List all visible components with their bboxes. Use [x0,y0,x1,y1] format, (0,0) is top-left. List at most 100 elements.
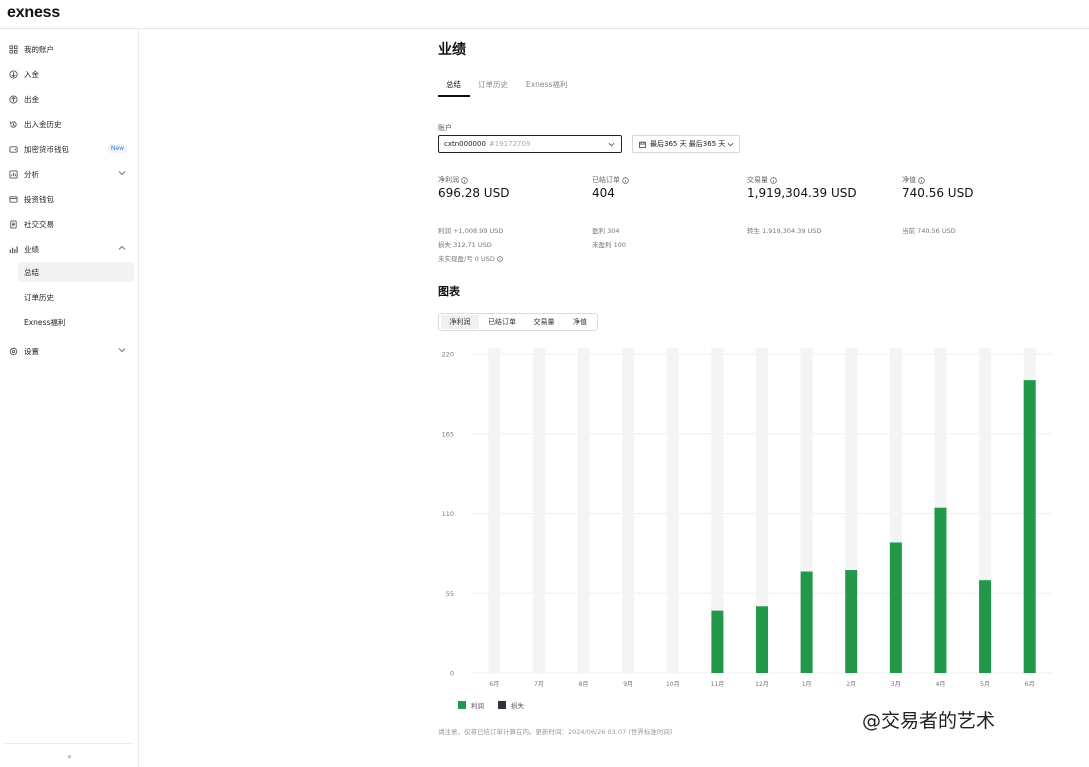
active-tab-indicator [438,95,470,97]
history-icon [9,120,18,129]
withdrawal-icon [9,94,18,104]
chart-tab-equity[interactable]: 净值 [565,315,595,329]
bar-track [622,348,635,673]
info-icon[interactable] [770,176,777,184]
tab-exness-benefits[interactable]: Exness福利 [526,79,567,90]
x-tick-label: 8月 [579,681,589,688]
page-title: 业绩 [438,42,466,58]
chart-metric-tabs: 净利润 已结订单 交易量 净值 [438,313,598,331]
info-icon[interactable] [622,176,629,184]
profit-bar [889,542,902,673]
sidebar-item-label: 我的账户 [24,44,54,54]
top-bar: exness [0,0,1089,29]
bar-track [666,348,679,673]
bar-track [577,348,590,673]
loss-detail: 损失 312.71 USD [438,241,492,249]
legend-profit: 利润 [458,700,484,710]
sidebar-item-label: 业绩 [24,244,39,254]
chevron-down-icon[interactable] [118,346,126,354]
date-range-value: 最后365 天 最后365 天 [650,140,726,148]
sidebar-item-label: 出金 [24,94,39,104]
sidebar-item-social-trading[interactable]: 社交交易 [0,213,138,235]
info-icon[interactable] [918,176,925,184]
sidebar-subitem-order-history[interactable]: 订单历史 [18,287,134,307]
net-profit-label: 净利润 [438,175,468,185]
chevron-up-icon[interactable] [118,244,126,252]
sidebar-subitem-exness-benefits[interactable]: Exness福利 [18,312,134,332]
gear-icon [9,347,18,356]
legend-loss: 损失 [498,700,524,710]
y-tick-label: 165 [442,430,454,438]
profit-bar [800,571,813,673]
x-tick-label: 11月 [711,681,725,688]
x-tick-label: 6月 [1025,681,1035,688]
chart-title: 图表 [438,285,460,298]
legend-swatch-profit [458,701,466,709]
x-tick-label: 6月 [489,681,499,688]
x-tick-label: 10月 [666,681,680,688]
y-tick-label: 0 [450,670,454,678]
analytics-icon [9,169,18,179]
sidebar-item-withdrawal[interactable]: 出金 [0,88,138,110]
chart-tab-net-profit[interactable]: 净利润 [441,315,479,329]
x-tick-label: 9月 [623,681,633,688]
tab-order-history[interactable]: 订单历史 [478,79,508,90]
accounts-icon [9,44,18,54]
chart-tab-volume[interactable]: 交易量 [525,315,563,329]
bar-track [532,348,545,673]
legend-label-loss: 损失 [511,702,524,710]
volume-detail: 转生 1,919,304.39 USD [747,227,822,235]
sidebar-item-history[interactable]: 出入金历史 [0,113,138,135]
profit-bar [979,580,992,673]
profit-detail: 利润 +1,008.99 USD [438,227,504,235]
profit-bar [845,570,858,673]
new-badge: New [107,144,127,153]
closed-orders-label: 已结订单 [592,175,629,185]
chevron-down-icon[interactable] [118,169,126,177]
social-trading-icon [9,219,18,229]
account-label: 账户 [438,124,452,132]
volume-value: 1,919,304.39 USD [747,186,857,200]
sidebar-item-label: 出入金历史 [24,119,62,129]
sidebar-item-analytics[interactable]: 分析 [0,163,138,185]
x-tick-label: 3月 [891,681,901,688]
wallet-icon [9,145,18,154]
stat-label-text: 已结订单 [592,176,620,184]
calendar-icon [639,140,646,148]
chart-tab-closed-orders[interactable]: 已结订单 [481,315,523,329]
account-hint: #19172709 [488,140,531,148]
invest-wallet-icon [9,195,18,204]
net-profit-value: 696.28 USD [438,186,510,200]
unrealized-text: 未实现盈/亏 0 USD [438,255,495,263]
volume-label: 交易量 [747,175,777,185]
date-range-select[interactable]: 最后365 天 最后365 天 [632,135,740,153]
sidebar-item-crypto-wallet[interactable]: 加密货币钱包 New [0,138,138,160]
sidebar-item-label: 社交交易 [24,219,54,229]
info-icon[interactable] [461,176,468,184]
info-icon[interactable] [497,256,503,262]
exness-logo[interactable]: exness [7,4,60,22]
sidebar-subitem-summary[interactable]: 总结 [18,262,134,282]
sidebar-item-label: 分析 [24,169,39,179]
bar-track [488,348,501,673]
chevron-down-icon [608,142,615,147]
sidebar-item-settings[interactable]: 设置 [0,340,138,362]
y-tick-label: 110 [442,510,454,518]
account-select[interactable]: cxtn000000 #19172709 [438,135,622,153]
sidebar-item-invest-wallet[interactable]: 投资钱包 [0,188,138,210]
stat-label-text: 净值 [902,176,916,184]
collapse-sidebar-button[interactable]: « [67,752,72,761]
sidebar-item-label: 设置 [24,346,39,356]
sidebar-item-my-accounts[interactable]: 我的账户 [0,38,138,60]
watermark-text: @交易者的艺术 [862,710,996,732]
sidebar-footer: « [4,743,134,766]
account-value: cxtn000000 [444,140,486,148]
sidebar-item-performance[interactable]: 业绩 [0,238,138,260]
equity-label: 净值 [902,175,925,185]
tab-summary[interactable]: 总结 [446,79,461,90]
sidebar-item-label: 入金 [24,69,39,79]
x-tick-label: 1月 [802,681,812,688]
sidebar-item-deposit[interactable]: 入金 [0,63,138,85]
profit-bar [934,507,947,673]
wins-detail: 盈利 304 [592,227,620,235]
